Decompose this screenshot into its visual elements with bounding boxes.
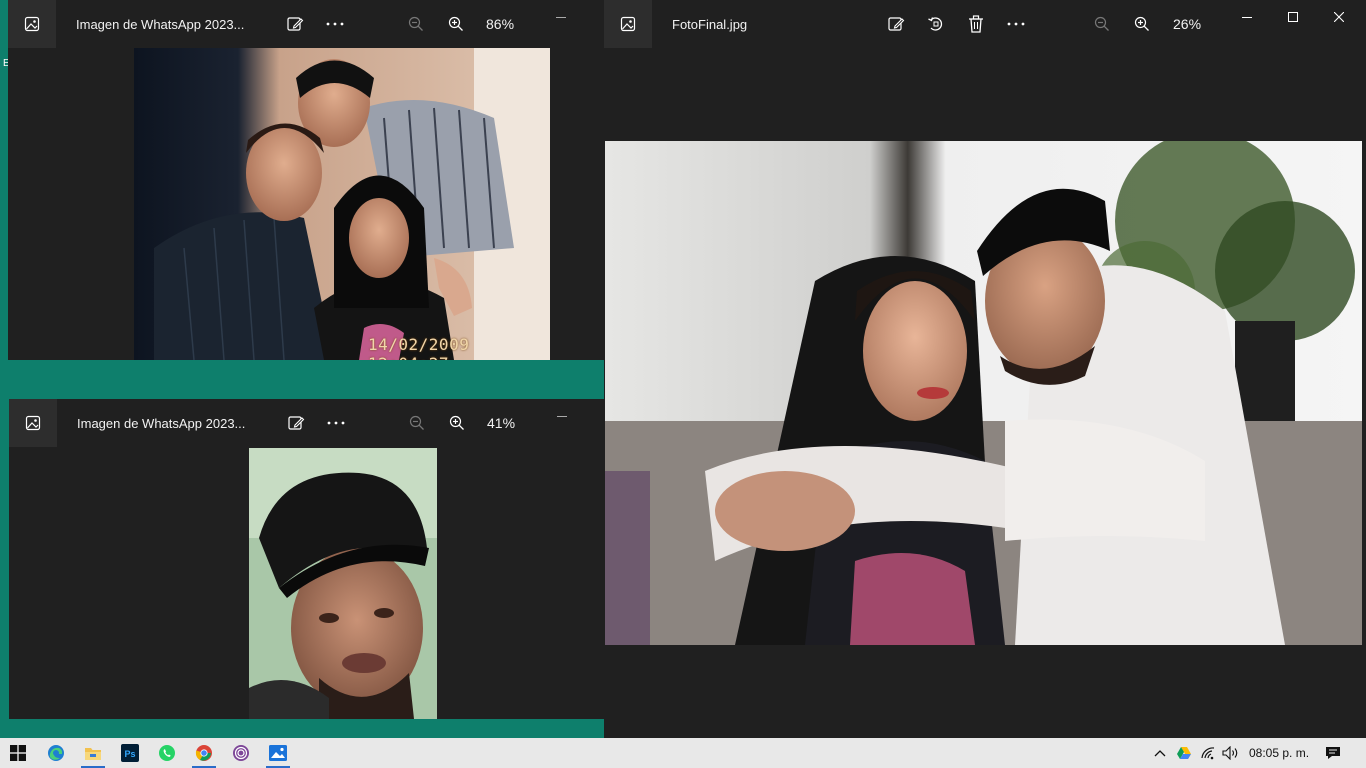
tor-browser-icon [233,745,249,761]
maximize-icon [1288,12,1298,22]
folder-icon [85,748,101,760]
windows-logo-icon [10,745,26,761]
photoshop-icon: Ps [121,744,139,762]
photos-window-fotofinal[interactable]: FotoFinal.jpg 26% [604,0,1366,738]
taskbar-edge[interactable] [38,738,74,768]
edit-image-icon[interactable] [284,411,308,435]
edit-image-icon[interactable] [283,12,307,36]
minimize-button[interactable] [539,399,585,433]
fotofinal-photo-couple [605,141,1362,645]
action-center-notification-icon[interactable] [1324,744,1342,762]
minimize-button[interactable] [1224,0,1270,34]
start-button[interactable] [0,738,36,768]
zoom-in-icon[interactable] [445,411,469,435]
photos-app-icon [8,0,56,48]
taskbar-file-explorer[interactable] [75,738,111,768]
photos-app-icon [604,0,652,48]
show-hidden-icons-chevron-icon[interactable] [1151,744,1169,762]
window-title: FotoFinal.jpg [672,17,748,32]
google-drive-icon[interactable] [1175,744,1193,762]
minimize-icon [556,16,566,18]
zoom-in-icon[interactable] [1130,12,1154,36]
title-bar[interactable]: Imagen de WhatsApp 2023... 86% [8,0,604,48]
photos-window-whatsapp-2[interactable]: Imagen de WhatsApp 2023... 41% [9,399,604,719]
volume-icon[interactable] [1222,744,1240,762]
maximize-button[interactable] [1270,0,1316,34]
minimize-button[interactable] [538,0,584,34]
title-bar[interactable]: Imagen de WhatsApp 2023... 41% [9,399,604,447]
minimize-icon [557,415,567,417]
taskbar-photos[interactable] [260,738,296,768]
photo-date-stamp: 14/02/2009 12:04:27 [368,335,470,360]
zoom-out-icon[interactable] [404,12,428,36]
taskbar-whatsapp[interactable] [149,738,185,768]
wifi-icon[interactable] [1199,744,1217,762]
taskbar-photoshop[interactable]: Ps [112,738,148,768]
zoom-level: 41% [487,415,516,431]
zoom-level: 26% [1173,16,1202,32]
more-options-icon[interactable] [323,12,347,36]
window-title: Imagen de WhatsApp 2023... [76,17,245,32]
rotate-icon[interactable] [924,12,948,36]
taskbar-clock[interactable]: 08:05 p. m. [1249,746,1309,760]
whatsapp-icon [159,745,175,761]
whatsapp-photo-family: 14/02/2009 12:04:27 [134,48,550,360]
delete-icon[interactable] [964,12,988,36]
zoom-out-icon[interactable] [1090,12,1114,36]
taskbar-tor-browser[interactable] [223,738,259,768]
taskbar: Ps 08:05 p. m. [0,738,1366,768]
photos-app-icon [269,745,287,761]
close-button[interactable] [1316,0,1362,34]
more-options-icon[interactable] [1004,12,1028,36]
edge-icon [48,745,64,761]
zoom-out-icon[interactable] [405,411,429,435]
close-icon [1334,12,1344,22]
edit-image-icon[interactable] [884,12,908,36]
title-bar[interactable]: FotoFinal.jpg 26% [604,0,1366,48]
whatsapp-photo-man-cap [249,448,437,719]
window-title: Imagen de WhatsApp 2023... [77,416,246,431]
zoom-level: 86% [486,16,515,32]
chrome-icon [195,745,212,761]
taskbar-chrome[interactable] [186,738,222,768]
more-options-icon[interactable] [324,411,348,435]
minimize-icon [1242,16,1252,18]
zoom-in-icon[interactable] [444,12,468,36]
photos-app-icon [9,399,57,447]
photos-window-whatsapp-1[interactable]: Imagen de WhatsApp 2023... 86% 14/02/200… [8,0,604,360]
svg-text:Ps: Ps [124,749,135,759]
